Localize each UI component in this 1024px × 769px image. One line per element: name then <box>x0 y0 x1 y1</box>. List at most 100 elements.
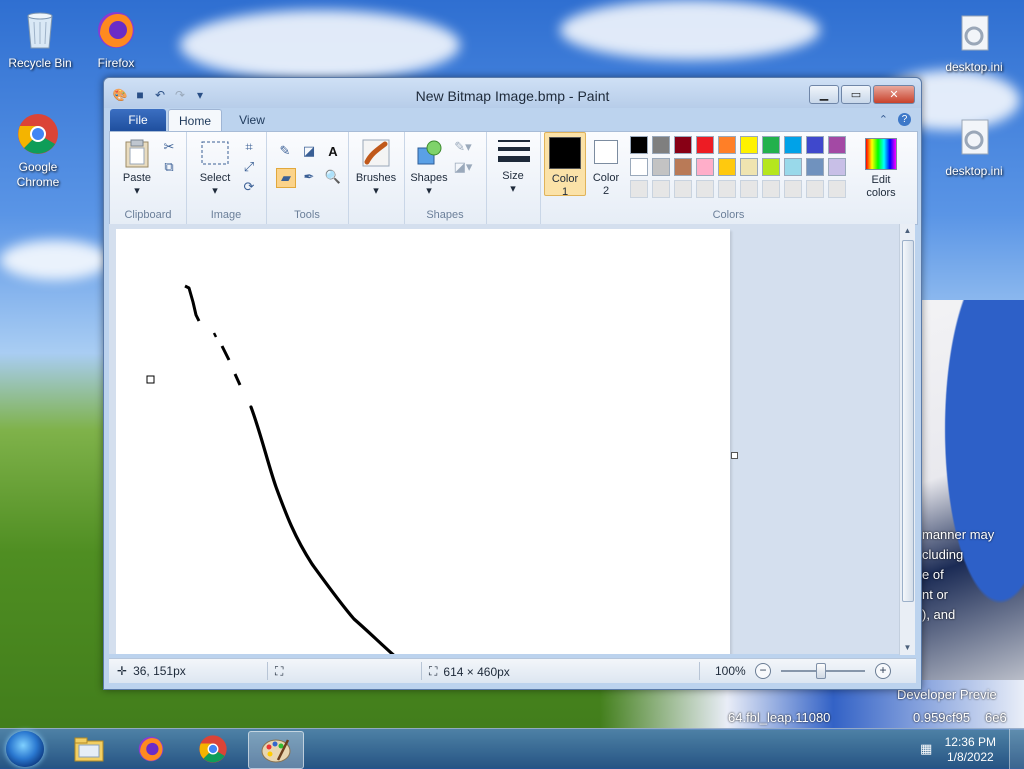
paste-button[interactable]: Paste ▾ <box>118 138 156 198</box>
tab-file[interactable]: File <box>110 109 166 131</box>
palette-swatch[interactable] <box>806 136 824 154</box>
eraser-icon[interactable]: ▰ <box>276 168 296 188</box>
palette-swatch[interactable] <box>652 136 670 154</box>
watermark-text: 0.959cf95 <box>913 710 971 725</box>
minimize-ribbon-icon[interactable]: ⌃ <box>879 113 888 126</box>
taskbar-explorer[interactable] <box>62 731 116 767</box>
palette-swatch[interactable] <box>674 158 692 176</box>
line-size-icon <box>498 136 530 166</box>
window-controls: ▁ ▭ ✕ <box>809 85 915 104</box>
canvas-resize-handle[interactable] <box>731 452 738 459</box>
palette-swatch[interactable] <box>718 158 736 176</box>
palette-swatch[interactable] <box>740 180 758 198</box>
palette-swatch[interactable] <box>630 180 648 198</box>
ribbon-tabs: File Home View ⌃ ? <box>110 109 915 132</box>
help-icon[interactable]: ? <box>898 113 911 126</box>
scroll-up-icon[interactable]: ▲ <box>900 224 915 238</box>
start-button[interactable] <box>6 731 44 767</box>
paint-window[interactable]: 🎨 ■ ↶ ↷ ▾ New Bitmap Image.bmp - Paint ▁… <box>103 77 922 690</box>
desktop-icon-firefox[interactable]: Firefox <box>78 8 154 71</box>
zoom-out-button[interactable]: − <box>755 663 771 679</box>
vertical-scrollbar[interactable]: ▲ ▼ <box>899 224 915 655</box>
palette-swatch[interactable] <box>762 136 780 154</box>
taskbar-chrome[interactable] <box>186 731 240 767</box>
palette-swatch[interactable] <box>718 136 736 154</box>
palette-swatch[interactable] <box>740 136 758 154</box>
edit-colors-button[interactable]: Edit colors <box>856 138 906 200</box>
desktop-icon-label: desktop.ini <box>945 60 1003 74</box>
tab-home[interactable]: Home <box>168 109 222 132</box>
drawing-canvas[interactable] <box>116 229 730 654</box>
zoom-slider-thumb[interactable] <box>816 663 826 679</box>
shapes-icon <box>414 138 444 168</box>
select-button[interactable]: Select ▾ <box>192 138 238 198</box>
taskbar-paint[interactable] <box>248 731 304 769</box>
clock-time: 12:36 PM <box>944 735 996 749</box>
taskbar-firefox[interactable] <box>124 731 178 767</box>
chevron-down-icon: ▾ <box>212 185 218 197</box>
text-icon[interactable]: A <box>324 142 342 160</box>
desktop-icon-chrome[interactable]: Google Chrome <box>0 112 76 190</box>
palette-swatch[interactable] <box>806 158 824 176</box>
desktop-icon-recycle-bin[interactable]: Recycle Bin <box>2 8 78 71</box>
palette-swatch[interactable] <box>828 158 846 176</box>
crop-icon[interactable]: ⌗ <box>240 138 258 156</box>
minimize-button[interactable]: ▁ <box>809 85 839 104</box>
color-picker-icon[interactable]: ✒ <box>300 168 318 186</box>
palette-swatch[interactable] <box>784 158 802 176</box>
fill-icon[interactable]: ◪ <box>300 142 318 160</box>
canvas-area[interactable] <box>109 224 899 654</box>
fill-shape-icon[interactable]: ◪▾ <box>454 158 473 176</box>
color1-button[interactable]: Color 1 <box>544 132 586 198</box>
palette-swatch[interactable] <box>828 136 846 154</box>
palette-swatch[interactable] <box>784 180 802 198</box>
show-desktop-button[interactable] <box>1009 729 1024 769</box>
brushes-button[interactable]: Brushes ▾ <box>352 138 400 198</box>
pencil-icon[interactable]: ✎ <box>276 142 294 160</box>
magnifier-icon[interactable]: 🔍 <box>324 168 342 186</box>
palette-swatch[interactable] <box>652 180 670 198</box>
color2-button[interactable]: Color 2 <box>588 132 624 198</box>
maximize-button[interactable]: ▭ <box>841 85 871 104</box>
outline-icon[interactable]: ✎▾ <box>454 138 472 156</box>
palette-swatch[interactable] <box>630 136 648 154</box>
palette-swatch[interactable] <box>762 180 780 198</box>
palette-swatch[interactable] <box>740 158 758 176</box>
network-tray-icon[interactable]: ▦ <box>920 741 936 757</box>
desktop-icon-desktop-ini[interactable]: desktop.ini <box>936 12 1012 75</box>
rotate-icon[interactable]: ⟳ <box>240 178 258 196</box>
copy-icon[interactable]: ⧉ <box>160 158 178 176</box>
palette-swatch[interactable] <box>828 180 846 198</box>
tab-view[interactable]: View <box>228 109 276 131</box>
cursor-marker <box>146 375 155 384</box>
close-button[interactable]: ✕ <box>873 85 915 104</box>
palette-swatch[interactable] <box>674 180 692 198</box>
palette-swatch[interactable] <box>806 180 824 198</box>
palette-swatch[interactable] <box>696 158 714 176</box>
palette-swatch[interactable] <box>652 158 670 176</box>
scroll-down-icon[interactable]: ▼ <box>900 641 915 655</box>
palette-swatch[interactable] <box>784 136 802 154</box>
brushes-label: Brushes <box>355 172 397 184</box>
cursor-position-value: 36, 151px <box>133 664 186 678</box>
scroll-thumb[interactable] <box>902 240 914 602</box>
zoom-in-button[interactable]: + <box>875 663 891 679</box>
palette-swatch[interactable] <box>674 136 692 154</box>
chevron-down-icon: ▾ <box>373 185 379 197</box>
palette-swatch[interactable] <box>630 158 648 176</box>
paste-label: Paste <box>122 172 152 184</box>
cloud <box>180 10 460 80</box>
palette-swatch[interactable] <box>696 136 714 154</box>
watermark-text: cluding <box>922 547 964 562</box>
resize-icon[interactable]: ⤢ <box>240 158 258 176</box>
palette-swatch[interactable] <box>718 180 736 198</box>
shapes-button[interactable]: Shapes ▾ <box>408 138 450 198</box>
palette-swatch[interactable] <box>696 180 714 198</box>
system-clock[interactable]: 12:36 PM 1/8/2022 <box>945 735 996 765</box>
title-bar[interactable]: 🎨 ■ ↶ ↷ ▾ New Bitmap Image.bmp - Paint ▁… <box>104 78 921 108</box>
size-button[interactable]: Size ▾ <box>492 136 534 196</box>
cut-icon[interactable]: ✂ <box>160 138 178 156</box>
desktop-icon-desktop-ini[interactable]: desktop.ini <box>936 116 1012 179</box>
palette-swatch[interactable] <box>762 158 780 176</box>
recycle-bin-icon <box>18 8 62 52</box>
